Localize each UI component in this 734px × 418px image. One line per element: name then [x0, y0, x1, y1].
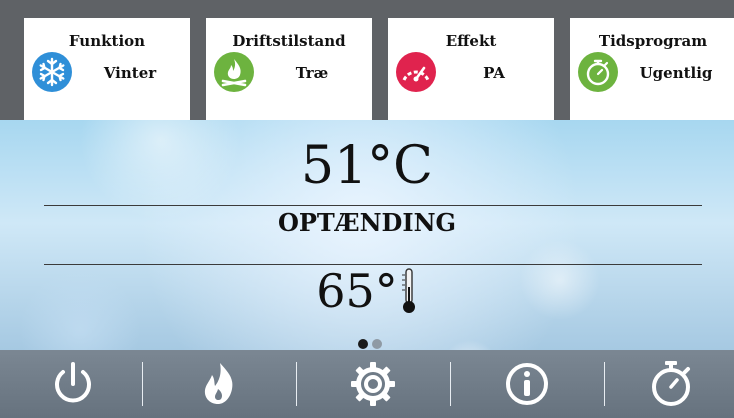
info-icon	[506, 363, 548, 405]
status-text: OPTÆNDING	[277, 208, 457, 237]
campfire-icon	[214, 52, 254, 92]
page-dot[interactable]	[372, 339, 382, 349]
stopwatch-icon	[578, 52, 618, 92]
settings-gear-icon	[351, 362, 395, 406]
card-title: Tidsprogram	[598, 32, 708, 50]
page-indicator	[358, 334, 386, 350]
card-value: Vinter	[103, 64, 157, 82]
card-title: Funktion	[68, 32, 146, 50]
flame-icon	[204, 363, 233, 404]
card-value: PA	[483, 64, 505, 82]
stopwatch-icon	[652, 361, 690, 406]
toolbar-separator	[142, 362, 143, 406]
settings-button[interactable]	[300, 350, 446, 418]
card-value: Ugentlig	[639, 64, 713, 82]
toolbar-separator	[604, 362, 605, 406]
operating-state-card[interactable]: Driftstilstand Træ	[206, 18, 372, 120]
gauge-icon	[396, 52, 436, 92]
current-temperature: 51°C	[301, 136, 433, 196]
card-title: Driftstilstand	[232, 32, 346, 50]
card-title: Effekt	[445, 32, 497, 50]
toolbar-separator	[450, 362, 451, 406]
set-temperature-control[interactable]: 65°	[0, 265, 734, 317]
power-icon	[55, 362, 91, 403]
power-button[interactable]	[0, 350, 146, 418]
toolbar-separator	[296, 362, 297, 406]
card-value: Træ	[295, 64, 329, 82]
status-bar: Funktion Vinter Driftstilstand Træ Effek…	[0, 0, 734, 120]
thermometer-icon	[400, 265, 418, 317]
timer-button[interactable]	[608, 350, 734, 418]
time-program-card[interactable]: Tidsprogram Ugentlig	[570, 18, 734, 120]
set-temperature: 65°	[316, 264, 398, 318]
divider	[44, 205, 702, 206]
snowflake-icon	[32, 52, 72, 92]
fire-button[interactable]	[146, 350, 292, 418]
info-button[interactable]	[454, 350, 600, 418]
main-display: 51°C OPTÆNDING 65°	[0, 120, 734, 350]
bottom-toolbar	[0, 350, 734, 418]
power-card[interactable]: Effekt PA	[388, 18, 554, 120]
page-dot-active[interactable]	[358, 339, 368, 349]
function-card[interactable]: Funktion Vinter	[24, 18, 190, 120]
